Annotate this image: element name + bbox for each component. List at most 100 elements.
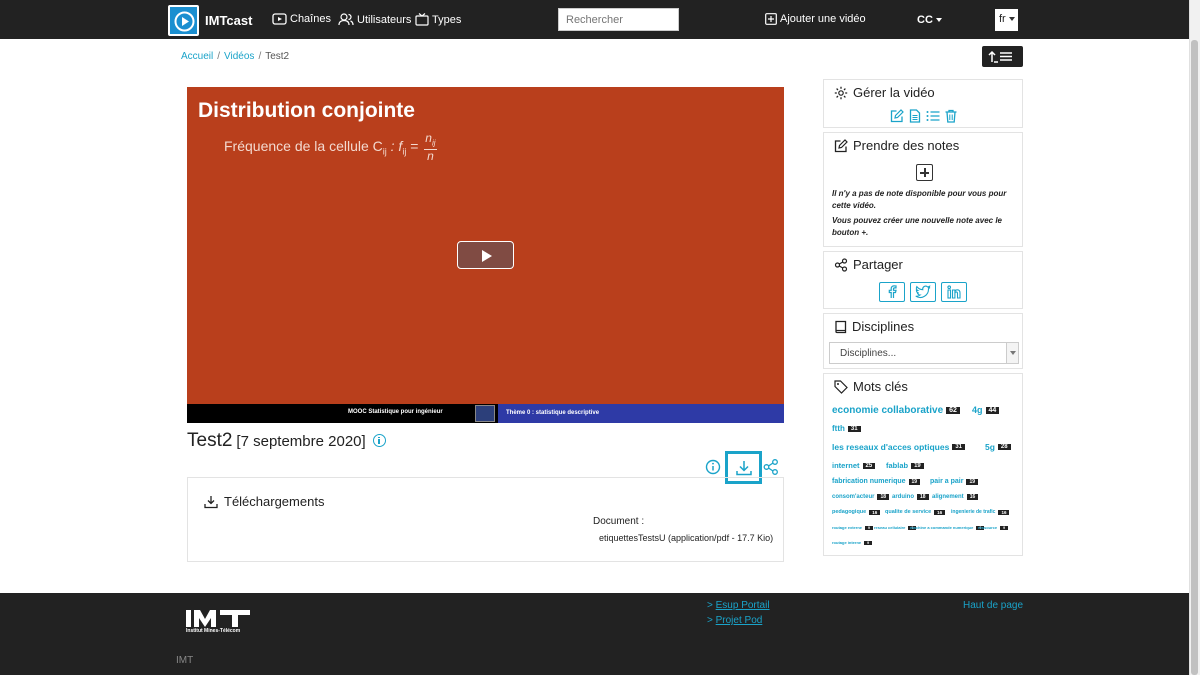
share-icon[interactable] bbox=[762, 458, 780, 476]
keyword-label: fablab bbox=[886, 461, 909, 470]
search-input[interactable] bbox=[558, 8, 679, 31]
breadcrumb: Accueil / Vidéos / Test2 bbox=[181, 51, 289, 62]
notes-card: Prendre des notes Il n'y a pas de note d… bbox=[823, 132, 1023, 247]
notes-help-text: Vous pouvez créer une nouvelle note avec… bbox=[832, 216, 1002, 237]
keyword-label: qualite de service bbox=[885, 509, 932, 515]
share-title: Partager bbox=[834, 257, 903, 272]
file-text-icon[interactable] bbox=[908, 109, 922, 123]
keyword-label: economie collaborative bbox=[832, 405, 944, 416]
keyword-count: 62 bbox=[946, 407, 960, 414]
edit-icon[interactable] bbox=[890, 109, 904, 123]
breadcrumb-videos[interactable]: Vidéos bbox=[224, 51, 254, 62]
facebook-share-button[interactable] bbox=[879, 282, 905, 302]
keyword-tag[interactable]: arduino 18 bbox=[892, 494, 929, 500]
keyword-count: 28 bbox=[997, 444, 1011, 450]
slide-subscript: ij bbox=[382, 146, 387, 157]
cc-dropdown[interactable]: CC bbox=[917, 14, 942, 26]
keyword-tag[interactable]: 4g 44 bbox=[972, 405, 1000, 415]
disciplines-select[interactable]: Disciplines... bbox=[829, 342, 1019, 364]
list-icon[interactable] bbox=[926, 109, 940, 123]
page-footer: Institut Mines-Télécom > Esup Portail > … bbox=[0, 593, 1189, 675]
keyword-tag[interactable]: routage interne 9 bbox=[832, 540, 873, 545]
keyword-tag[interactable]: ressource 9 bbox=[978, 525, 1009, 530]
back-to-top-link[interactable]: Haut de page bbox=[963, 600, 1023, 611]
footer-link-esup[interactable]: > Esup Portail bbox=[707, 600, 770, 611]
nav-channels-label: Chaînes bbox=[290, 13, 331, 25]
footer-org: IMT bbox=[176, 655, 194, 666]
downloads-title: Téléchargements bbox=[204, 494, 324, 509]
keyword-tag[interactable]: qualite de service 16 bbox=[885, 509, 946, 515]
keyword-tag[interactable]: pedagogique 16 bbox=[832, 509, 881, 515]
footer-link-prefix: > bbox=[707, 600, 716, 611]
share-card: Partager bbox=[823, 251, 1023, 309]
keyword-label: ftth bbox=[832, 424, 845, 433]
keyword-count: 16 bbox=[934, 509, 946, 515]
keyword-tag[interactable]: economie collaborative 62 bbox=[832, 405, 960, 416]
keyword-tag[interactable]: internet 25 bbox=[832, 461, 876, 470]
keyword-count: 18 bbox=[917, 494, 929, 500]
manage-video-card: Gérer la vidéo bbox=[823, 79, 1023, 128]
add-note-button[interactable] bbox=[916, 164, 933, 181]
keyword-label: pair a pair bbox=[930, 478, 964, 485]
keyword-label: ressource bbox=[978, 525, 998, 530]
keyword-count: 9 bbox=[864, 540, 873, 545]
document-file-link[interactable]: etiquettesTestsU (application/pdf - 17.7… bbox=[599, 533, 773, 543]
linkedin-icon bbox=[947, 285, 961, 299]
twitter-share-button[interactable] bbox=[910, 282, 936, 302]
language-select[interactable]: fr bbox=[995, 9, 1018, 31]
gear-icon bbox=[834, 86, 848, 99]
nav-users[interactable]: Utilisateurs bbox=[338, 13, 411, 26]
keyword-count: 16 bbox=[869, 509, 881, 515]
keyword-tag[interactable]: alignement 16 bbox=[932, 494, 979, 500]
keyword-count: 19 bbox=[966, 478, 979, 485]
slide-formula-eq: = bbox=[410, 137, 419, 154]
disciplines-select-value: Disciplines... bbox=[840, 348, 897, 359]
toggle-sidebar-button[interactable] bbox=[982, 46, 1023, 67]
caret-down-icon bbox=[1009, 17, 1015, 21]
imt-logo-icon[interactable] bbox=[186, 608, 250, 628]
keyword-tag[interactable]: pair a pair 19 bbox=[930, 478, 979, 485]
keyword-label: reseau cellulaire bbox=[874, 525, 906, 530]
play-button[interactable] bbox=[457, 241, 514, 269]
linkedin-share-button[interactable] bbox=[941, 282, 967, 302]
disciplines-title: Disciplines bbox=[834, 319, 914, 334]
keyword-tag[interactable]: machine a commande numerique 9 bbox=[910, 525, 985, 530]
keyword-tag[interactable]: ftth 31 bbox=[832, 424, 861, 433]
keyword-tag[interactable]: les reseaux d'acces optiques 31 bbox=[832, 442, 965, 452]
nav-types[interactable]: Types bbox=[415, 13, 461, 26]
video-player[interactable]: Distribution conjointe Fréquence de la c… bbox=[187, 87, 784, 423]
slide-formula-f: : f bbox=[390, 137, 403, 154]
trash-icon[interactable] bbox=[944, 109, 958, 123]
book-icon bbox=[835, 320, 847, 333]
users-icon bbox=[338, 13, 354, 26]
sidebar-toggle-icon bbox=[988, 50, 1012, 63]
keyword-label: internet bbox=[832, 461, 860, 470]
keyword-tag[interactable]: ingenierie de trafic 16 bbox=[951, 509, 1010, 515]
notes-label: Prendre des notes bbox=[853, 138, 960, 153]
breadcrumb-home[interactable]: Accueil bbox=[181, 51, 213, 62]
keyword-label: 4g bbox=[972, 405, 983, 415]
page-scrollbar-thumb[interactable] bbox=[1191, 40, 1198, 675]
slide-num: n bbox=[425, 131, 432, 145]
footer-link-pod[interactable]: > Projet Pod bbox=[707, 615, 762, 626]
keyword-count: 44 bbox=[985, 406, 1000, 414]
keyword-tag[interactable]: 5g 28 bbox=[985, 442, 1011, 452]
play-rectangle-icon bbox=[272, 13, 287, 25]
keyword-label: alignement bbox=[932, 494, 964, 500]
info-icon[interactable] bbox=[372, 434, 386, 447]
slide-fraction: nij n bbox=[424, 131, 437, 162]
brand-name[interactable]: IMTcast bbox=[205, 13, 252, 28]
info-circle-icon[interactable] bbox=[704, 458, 722, 476]
top-navbar: IMTcast Chaînes Utilisateurs Types Ajout… bbox=[0, 0, 1200, 39]
download-icon bbox=[736, 461, 752, 476]
add-video-link[interactable]: Ajouter une vidéo bbox=[765, 13, 866, 25]
keyword-tag[interactable]: fabrication numerique 19 bbox=[832, 478, 921, 485]
imtcast-logo-icon[interactable] bbox=[168, 5, 199, 36]
keywords-title: Mots clés bbox=[834, 379, 908, 394]
nav-channels[interactable]: Chaînes bbox=[272, 13, 331, 25]
keyword-tag[interactable]: fablab 19 bbox=[886, 461, 924, 470]
share-buttons bbox=[879, 282, 967, 302]
breadcrumb-current: Test2 bbox=[265, 51, 290, 62]
keyword-tag[interactable]: consom'acteur 18 bbox=[832, 494, 890, 500]
keyword-tag[interactable]: routage externe 9 bbox=[832, 525, 873, 530]
